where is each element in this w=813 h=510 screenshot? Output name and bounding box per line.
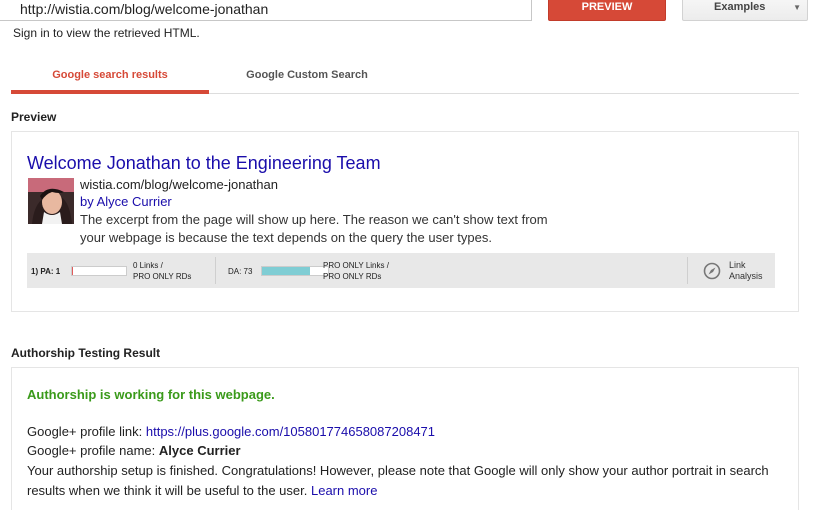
url-input[interactable] <box>0 0 532 21</box>
mozbar-metrics: 1) PA: 1 0 Links / PRO ONLY RDs DA: 73 P… <box>27 253 775 288</box>
profile-name: Alyce Currier <box>158 443 241 458</box>
pro-rds-line: PRO ONLY RDs <box>323 272 382 281</box>
tab-google-search-results[interactable]: Google search results <box>11 60 209 94</box>
serp-author-link[interactable]: by Alyce Currier <box>80 194 172 209</box>
pa-bar <box>71 266 127 276</box>
profile-link[interactable]: https://plus.google.com/1058017746580872… <box>146 424 435 439</box>
serp-url: wistia.com/blog/welcome-jonathan <box>80 177 278 192</box>
link-analysis-line: Link <box>729 260 746 270</box>
profile-link-label: Google+ profile link: <box>27 424 146 439</box>
snippet-line: The excerpt from the page will show up h… <box>80 212 548 227</box>
snippet-line: your webpage is because the text depends… <box>80 230 492 245</box>
da-bar <box>261 266 329 276</box>
tab-google-custom-search[interactable]: Google Custom Search <box>209 60 405 94</box>
examples-label: Examples <box>714 1 766 13</box>
link-analysis-line: Analysis <box>729 271 763 281</box>
rds-line: PRO ONLY RDs <box>133 272 192 281</box>
pa-bar-fill <box>72 267 74 275</box>
preview-button[interactable]: PREVIEW <box>548 0 666 21</box>
pro-links: PRO ONLY Links / PRO ONLY RDs <box>323 260 389 282</box>
serp-preview-card: Welcome Jonathan to the Engineering Team… <box>11 131 799 312</box>
profile-link-row: Google+ profile link: https://plus.googl… <box>27 424 435 439</box>
authorship-message-text: Your authorship setup is finished. Congr… <box>27 463 769 498</box>
chevron-down-icon: ▼ <box>793 3 801 12</box>
authorship-message: Your authorship setup is finished. Congr… <box>27 461 787 501</box>
da-label: DA: 73 <box>228 267 253 276</box>
rank-pa-label: 1) PA: 1 <box>31 267 61 276</box>
links-line: 0 Links / <box>133 261 163 270</box>
compass-icon <box>703 262 721 280</box>
da-bar-fill <box>262 267 311 275</box>
link-analysis-button[interactable]: Link Analysis <box>703 253 775 288</box>
divider <box>215 257 216 284</box>
preview-heading: Preview <box>11 110 57 124</box>
serp-snippet: The excerpt from the page will show up h… <box>80 211 560 247</box>
examples-dropdown[interactable]: Examples ▼ <box>682 0 808 21</box>
authorship-heading: Authorship Testing Result <box>11 346 161 360</box>
divider <box>687 257 688 284</box>
signin-note: Sign in to view the retrieved HTML. <box>13 26 200 40</box>
author-avatar <box>28 178 74 224</box>
tab-bar: Google search results Google Custom Sear… <box>11 60 799 94</box>
serp-title-link[interactable]: Welcome Jonathan to the Engineering Team <box>27 153 381 174</box>
learn-more-link[interactable]: Learn more <box>311 483 377 498</box>
authorship-result-card: Authorship is working for this webpage. … <box>11 367 799 510</box>
links-count: 0 Links / PRO ONLY RDs <box>133 260 191 282</box>
authorship-status: Authorship is working for this webpage. <box>27 387 275 402</box>
link-analysis-label: Link Analysis <box>729 260 763 282</box>
profile-name-label: Google+ profile name: <box>27 443 159 458</box>
pro-links-line: PRO ONLY Links / <box>323 261 389 270</box>
profile-name-row: Google+ profile name: Alyce Currier <box>27 443 241 458</box>
